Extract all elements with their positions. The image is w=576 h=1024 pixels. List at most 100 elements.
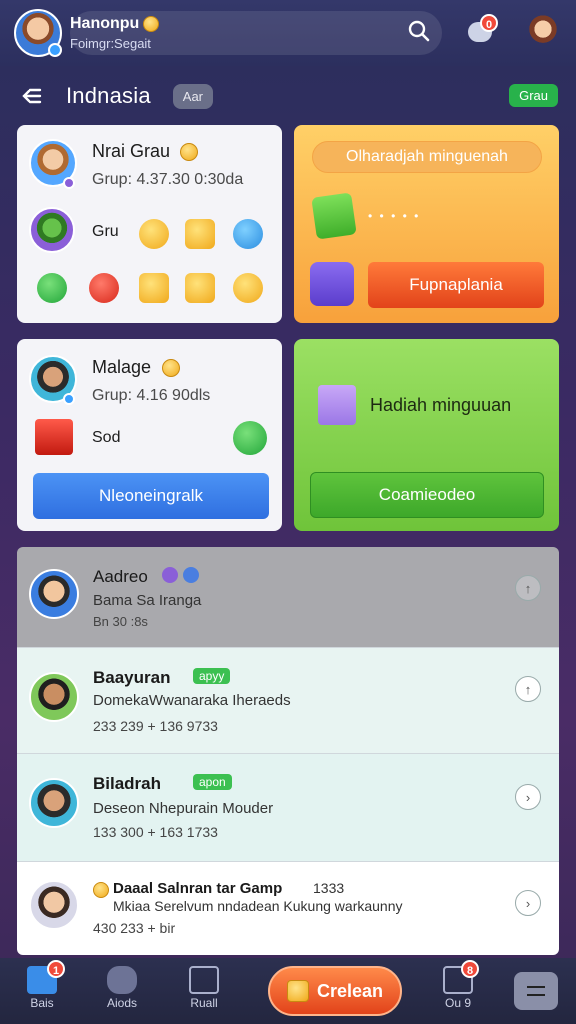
promo-button-label: Fupnaplania <box>409 275 503 294</box>
more-button[interactable]: ↑ <box>515 676 541 702</box>
profile-info[interactable]: Hanonpu Foimgr:Segait <box>70 15 180 51</box>
list-item[interactable]: Daaal Salnran tar Gamp 1333 Mkiaa Serelv… <box>17 861 559 955</box>
group-meta-2: Grup: 4.16 90dls <box>92 387 211 404</box>
nav-ruall-label: Ruall <box>190 996 218 1010</box>
group-status-dot <box>63 177 75 189</box>
nav-ou[interactable]: 8 Ou 9 <box>428 960 488 1010</box>
coin-icon <box>180 143 198 161</box>
list-item-meta: 233 239 + 136 9733 <box>93 718 218 734</box>
notification-badge: 0 <box>480 14 498 32</box>
title-chip[interactable]: Aar <box>172 83 214 109</box>
promo-button[interactable]: Fupnaplania <box>368 262 544 308</box>
group-name-2: Malage <box>92 357 152 377</box>
game-icon-5[interactable] <box>89 273 119 303</box>
nav-ou-label: Ou 9 <box>444 996 471 1010</box>
member-avatar <box>29 778 79 828</box>
game-icon-7[interactable] <box>185 273 215 303</box>
group-card[interactable]: Nrai Grau Grup: 4.37.30 0:30da Gru <box>17 125 282 323</box>
game-icon-1[interactable] <box>139 219 169 249</box>
chat-icon <box>107 966 137 994</box>
join-button[interactable]: Nleoneingralk <box>33 473 269 519</box>
game-icon-4[interactable] <box>37 273 67 303</box>
list-item-desc: Mkiaa Serelvum nndadean Kukung warkaunny <box>113 898 403 914</box>
group-status-dot-2 <box>63 393 75 405</box>
create-button[interactable]: Crelean <box>268 966 402 1016</box>
chevron-right-icon[interactable]: › <box>515 784 541 810</box>
list-item[interactable]: Aadreo Bama Sa Iranga Bn 30 :8s ↑ <box>17 547 559 647</box>
list-item[interactable]: Biladrah apon Deseon Nhepurain Mouder 13… <box>17 753 559 861</box>
promo-card[interactable]: Olharadjah minguenah • • • • • Fupnaplan… <box>294 125 559 323</box>
list-item-meta: 133 300 + 163 1733 <box>93 824 218 840</box>
friend-avatar[interactable] <box>524 12 562 50</box>
list-item-tag: apyy <box>193 668 231 684</box>
promo-pill-label: Olharadjah minguenah <box>346 148 508 165</box>
weekly-button-label: Coamieodeo <box>378 485 476 504</box>
game-icon-8[interactable] <box>233 273 263 303</box>
member-avatar <box>29 569 79 619</box>
sliders-icon <box>527 986 545 996</box>
star-icon <box>286 980 309 1002</box>
home-icon: 1 <box>27 960 65 994</box>
profile-name: Hanonpu <box>70 15 140 32</box>
member-avatar <box>29 207 75 253</box>
list-item[interactable]: Baayuran apyy DomekaWwanaraka Iheraeds 2… <box>17 647 559 753</box>
promo-pill: Olharadjah minguenah <box>312 141 542 173</box>
list-item-meta: Bn 30 :8s <box>93 614 148 629</box>
back-arrow-icon[interactable] <box>20 84 44 108</box>
more-button[interactable]: ↑ <box>515 575 541 601</box>
home-badge: 1 <box>47 960 65 978</box>
game-icon-2[interactable] <box>185 219 215 249</box>
nav-aids[interactable]: Aiods <box>92 966 152 1010</box>
group-card-2[interactable]: Malage Grup: 4.16 90dls Sod Nleoneingral… <box>17 339 282 531</box>
nav-ruall[interactable]: Ruall <box>174 966 234 1010</box>
member-avatar <box>29 672 79 722</box>
list-item-meta: 430 233 + bir <box>93 920 176 936</box>
list-item-desc: DomekaWwanaraka Iheraeds <box>93 692 291 709</box>
group-meta: Grup: 4.37.30 0:30da <box>92 171 244 188</box>
coin-icon <box>143 16 160 32</box>
group-name: Nrai Grau <box>92 141 171 161</box>
shop-icon[interactable] <box>310 262 354 306</box>
cube-icon <box>318 385 356 425</box>
notifications-button[interactable]: 0 <box>466 14 502 50</box>
list-item-extra: 1333 <box>313 880 345 896</box>
join-button-label: Nleoneingralk <box>99 486 203 505</box>
game-icon-6[interactable] <box>139 273 169 303</box>
list-item-name: Biladrah <box>93 774 162 793</box>
progress-dots: • • • • • <box>368 209 421 223</box>
list-item-tag: apon <box>193 774 232 790</box>
coin-icon <box>93 882 109 898</box>
inbox-icon: 8 <box>443 960 479 994</box>
star-badge-icon <box>162 567 178 583</box>
menu-button[interactable] <box>514 972 558 1010</box>
weekly-card[interactable]: Hadiah minguuan Coamieodeo <box>294 339 559 531</box>
chevron-right-icon[interactable]: › <box>515 890 541 916</box>
search-icon[interactable] <box>408 20 430 42</box>
list-item-name: Aadreo <box>93 567 148 586</box>
game-icon-3[interactable] <box>233 219 263 249</box>
ou-badge: 8 <box>461 960 479 978</box>
page-title: Indnasia <box>66 83 151 108</box>
weekly-title: Hadiah minguuan <box>370 395 512 415</box>
group-chip[interactable]: Grau <box>509 84 558 107</box>
list-item-name: Baayuran <box>93 668 171 687</box>
gift-box-icon <box>311 192 357 240</box>
list-item-desc: Deseon Nhepurain Mouder <box>93 800 274 817</box>
create-button-label: Crelean <box>316 980 384 1001</box>
shield-badge-icon <box>183 567 199 583</box>
weekly-button[interactable]: Coamieodeo <box>310 472 544 518</box>
page-header: Indnasia Aar Grau <box>0 70 576 122</box>
profile-subtitle: Foimgr:Segait <box>70 36 151 51</box>
cart-icon <box>189 966 219 994</box>
row-label: Gru <box>92 223 119 240</box>
member-avatar <box>29 880 79 930</box>
nav-home[interactable]: 1 Bais <box>12 960 72 1010</box>
list-item-name: Daaal Salnran tar Gamp <box>113 880 283 897</box>
list-item-desc: Bama Sa Iranga <box>93 592 202 609</box>
online-indicator <box>48 43 62 57</box>
profile-avatar[interactable] <box>14 9 62 57</box>
nav-aids-label: Aiods <box>106 996 138 1010</box>
nav-home-label: Bais <box>30 996 54 1010</box>
gift-box-icon <box>35 419 73 455</box>
music-icon[interactable] <box>233 421 267 455</box>
